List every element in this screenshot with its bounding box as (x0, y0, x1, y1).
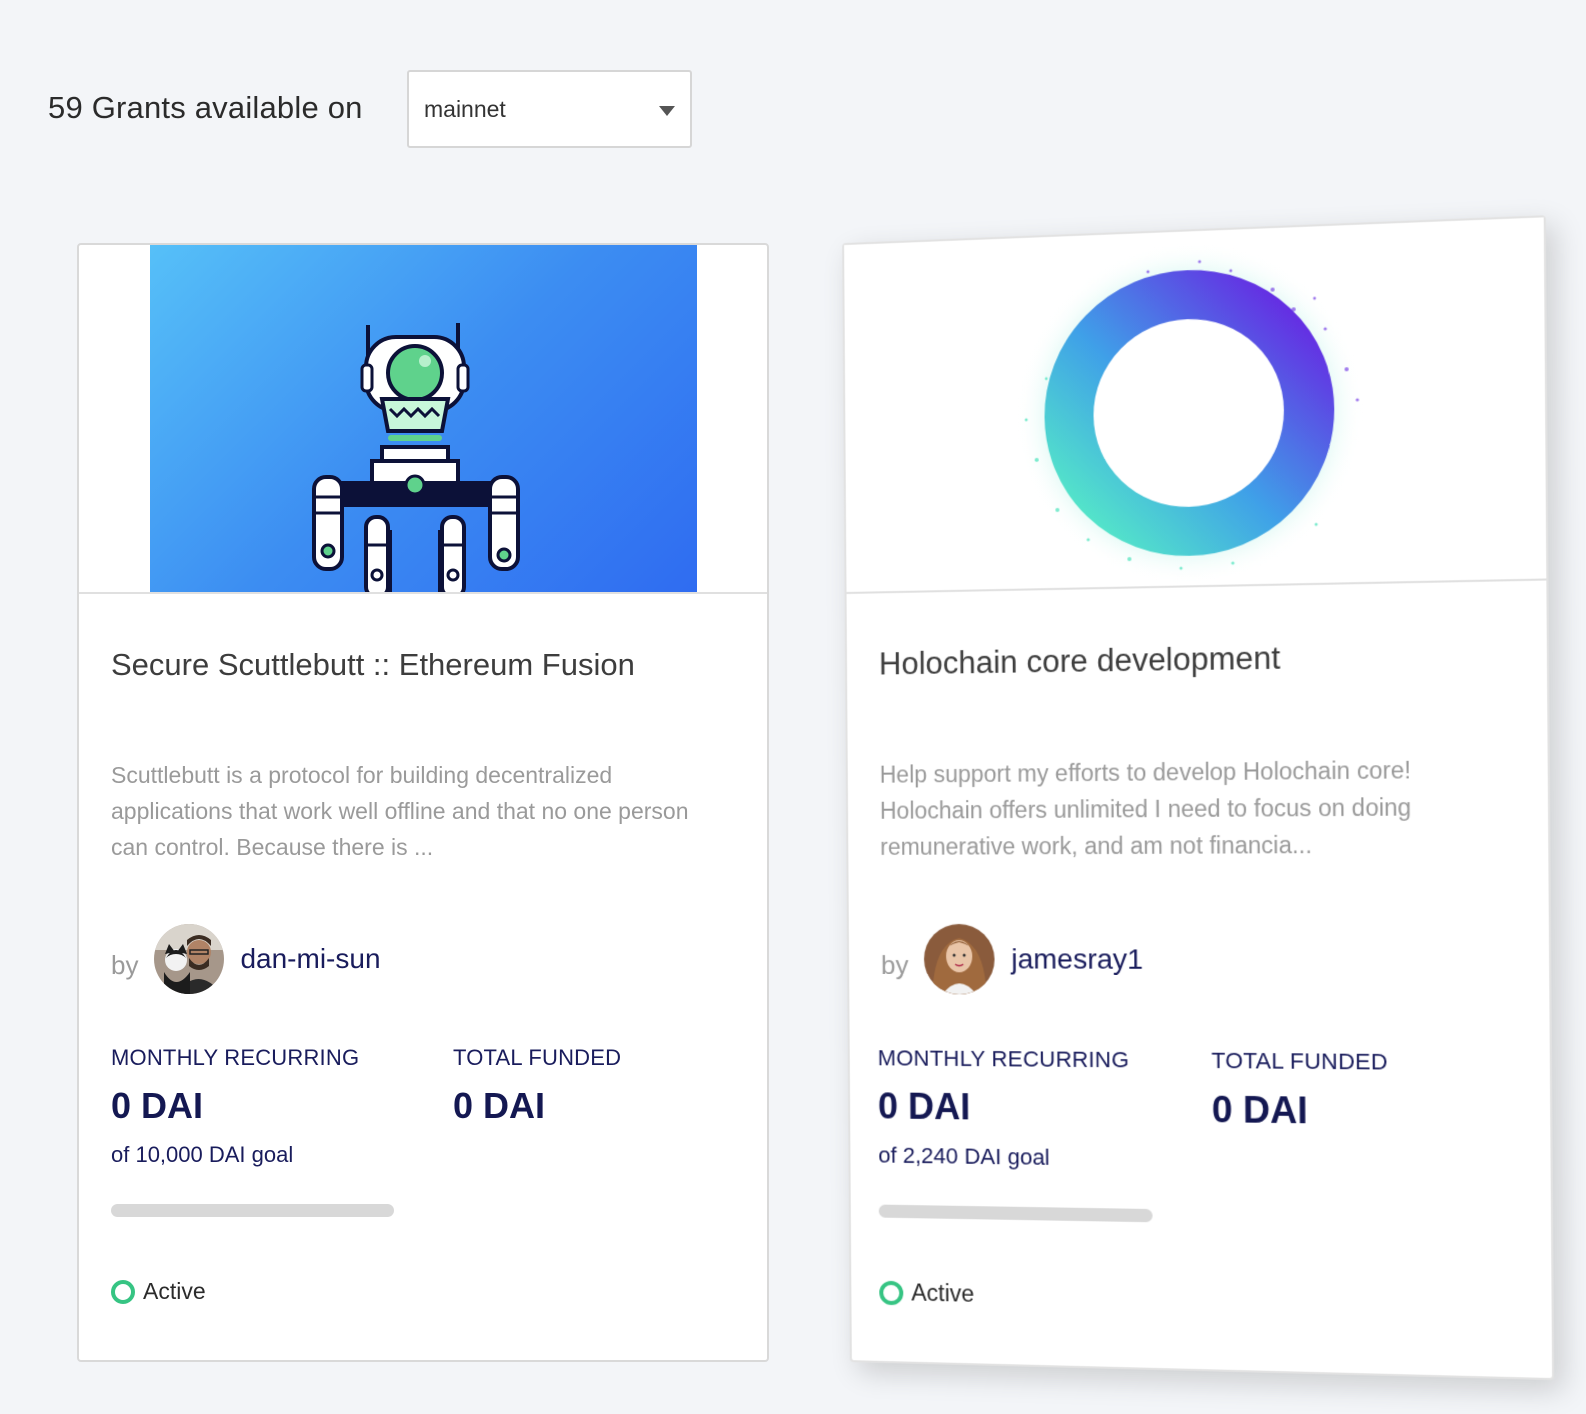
grant-author-row: by jamesray1 (881, 921, 1144, 998)
goal-text: of 10,000 DAI goal (111, 1142, 294, 1167)
grant-title[interactable]: Secure Scuttlebutt :: Ethereum Fusion (111, 647, 635, 683)
grant-image-container (79, 245, 767, 594)
grant-card[interactable]: Secure Scuttlebutt :: Ethereum Fusion Sc… (77, 243, 769, 1362)
grant-card[interactable]: Holochain core development Help support … (842, 215, 1555, 1381)
status-badge: Active (879, 1279, 974, 1308)
by-label: by (880, 949, 909, 980)
by-label: by (111, 949, 139, 980)
funding-progress-bar (111, 1204, 394, 1217)
author-avatar-icon (924, 924, 996, 995)
holochain-logo-icon (844, 217, 1546, 592)
total-funded-label: TOTAL FUNDED (453, 1045, 622, 1070)
total-funded-value: 0 DAI (1211, 1088, 1308, 1132)
monthly-recurring-value: 0 DAI (111, 1085, 204, 1126)
grant-author-row: by dan-mi-sun (111, 921, 381, 997)
robot-illustration-icon (311, 323, 520, 592)
monthly-recurring-label: MONTHLY RECURRING (877, 1045, 1130, 1073)
author-avatar-icon (154, 924, 225, 994)
status-ring-icon (879, 1280, 904, 1305)
status-ring-icon (111, 1279, 135, 1304)
grant-image-robot (149, 245, 697, 592)
funding-progress-bar (878, 1204, 1153, 1223)
grant-title[interactable]: Holochain core development (879, 640, 1281, 683)
grant-description: Help support my efforts to develop Holoc… (879, 756, 1412, 860)
monthly-recurring-value: 0 DAI (877, 1085, 971, 1128)
avatar[interactable] (924, 924, 996, 995)
total-funded-label: TOTAL FUNDED (1211, 1047, 1388, 1075)
avatar[interactable] (154, 924, 225, 994)
network-select-value: mainnet (424, 95, 506, 122)
grant-description: Scuttlebutt is a protocol for building d… (111, 762, 689, 860)
grants-header: 59 Grants available on mainnet (48, 68, 692, 148)
total-funded-value: 0 DAI (453, 1085, 546, 1126)
chevron-down-icon (659, 106, 675, 116)
grant-image-holochain (844, 217, 1547, 592)
grants-count-text: 59 Grants available on (48, 90, 363, 125)
goal-text: of 2,240 DAI goal (878, 1142, 1050, 1170)
author-username[interactable]: dan-mi-sun (240, 943, 380, 975)
author-username[interactable]: jamesray1 (1011, 943, 1143, 976)
monthly-recurring-label: MONTHLY RECURRING (111, 1045, 360, 1070)
grant-image-container (844, 217, 1547, 594)
network-select[interactable]: mainnet (407, 70, 692, 148)
status-text: Active (143, 1278, 206, 1304)
status-text: Active (911, 1279, 975, 1307)
status-badge: Active (111, 1278, 206, 1305)
